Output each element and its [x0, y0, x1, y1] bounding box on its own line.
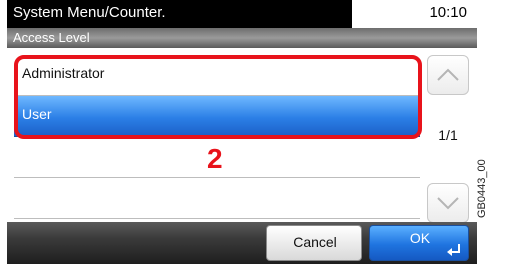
- step-callout: 2: [207, 143, 223, 174]
- screen-subtitle: Access Level: [13, 30, 90, 45]
- scrollbar: 1/1: [427, 55, 469, 223]
- window-title: System Menu/Counter.: [13, 4, 166, 21]
- list-item-empty[interactable]: [14, 178, 420, 219]
- clock: 10:10: [429, 4, 467, 21]
- scroll-up-button[interactable]: [427, 55, 469, 95]
- list-item-user[interactable]: User: [14, 96, 420, 137]
- enter-arrow-icon: [447, 244, 460, 256]
- ok-button[interactable]: OK: [369, 225, 469, 261]
- screen: System Menu/Counter. 10:10 Access Level …: [7, 0, 477, 264]
- subtitle-bar: Access Level: [7, 28, 477, 48]
- page-indicator: 1/1: [438, 127, 458, 143]
- chevron-up-icon: [437, 68, 459, 81]
- list-item-label: User: [22, 106, 52, 122]
- title-bar: System Menu/Counter. 10:10: [7, 0, 477, 28]
- chevron-down-icon: [437, 197, 459, 210]
- list-item-administrator[interactable]: Administrator: [14, 55, 420, 96]
- cancel-button[interactable]: Cancel: [266, 225, 362, 261]
- scroll-down-button[interactable]: [427, 183, 469, 223]
- footer-bar: Cancel OK: [7, 222, 477, 264]
- cancel-label: Cancel: [293, 234, 337, 250]
- list-item-label: Administrator: [22, 65, 105, 81]
- title-black-band: System Menu/Counter.: [7, 0, 352, 28]
- figure-caption: GB0443_00: [476, 159, 488, 218]
